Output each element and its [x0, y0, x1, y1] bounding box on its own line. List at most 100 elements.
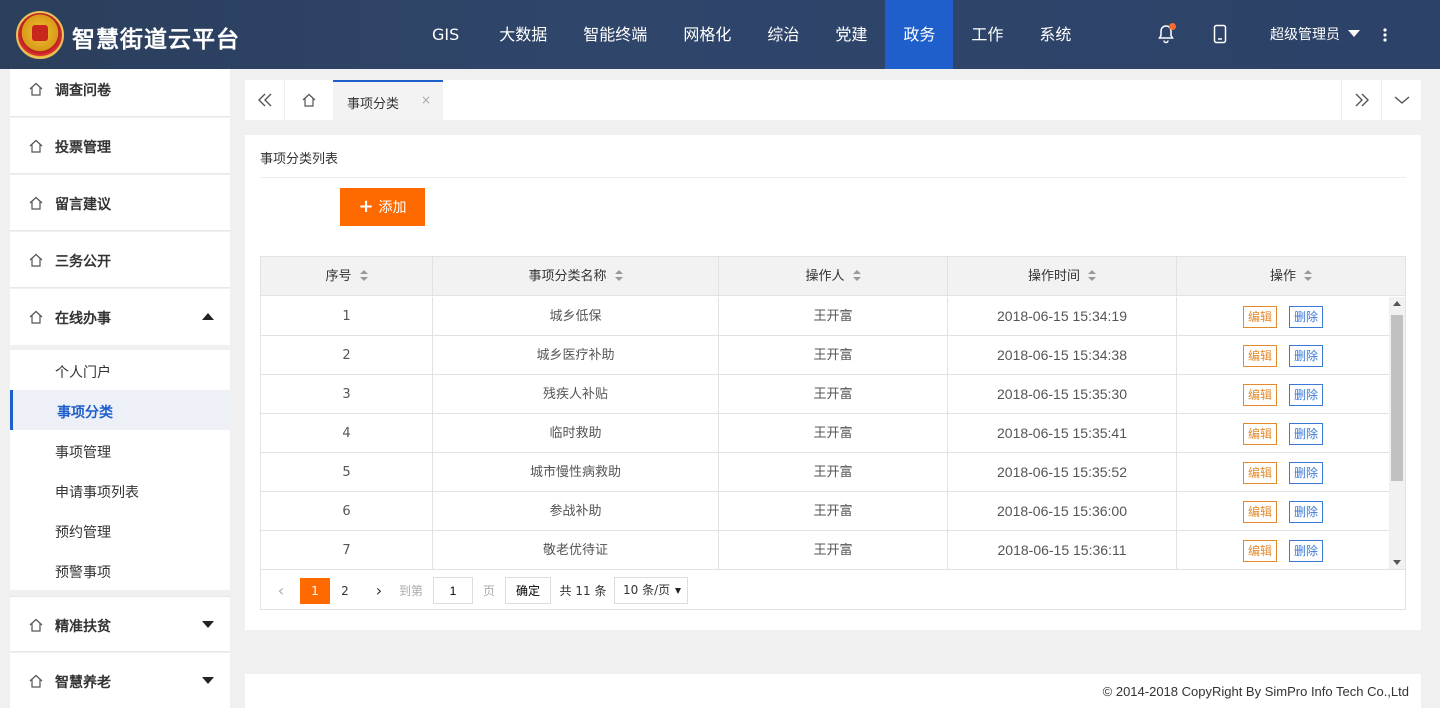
goto-page-input[interactable]	[433, 577, 473, 604]
bell-icon[interactable]	[1157, 23, 1177, 44]
column-header-label: 操作人	[805, 269, 845, 284]
delete-button[interactable]: 删除	[1289, 344, 1324, 367]
sidebar-subitem-item-management[interactable]: 事项管理	[10, 430, 230, 470]
add-button[interactable]: + 添加	[340, 188, 425, 226]
sidebar-item-label: 三务公开	[55, 254, 111, 270]
cell-no: 2	[261, 336, 433, 375]
sidebar-item-suggestions[interactable]: 留言建议	[10, 175, 230, 231]
sidebar: 调查问卷 投票管理 留言建议 三务公开 在线办事 个人门户 事项分类 事项管理 …	[10, 69, 230, 708]
nav-governance[interactable]: 综治	[749, 0, 817, 69]
copyright-text: © 2014-2018 CopyRight By SimPro Info Tec…	[1102, 684, 1409, 699]
sidebar-item-survey[interactable]: 调查问卷	[10, 69, 230, 117]
scroll-tabs-left-button[interactable]	[245, 80, 285, 120]
sidebar-subitem-application-list[interactable]: 申请事项列表	[10, 470, 230, 510]
table-row: 3 残疾人补贴 王开富 2018-06-15 15:35:30 编辑 删除	[261, 375, 1389, 414]
page-size-select[interactable]: 10 条/页	[614, 577, 688, 604]
column-header-actions[interactable]: 操作	[1177, 257, 1405, 296]
sidebar-item-label: 智慧养老	[55, 675, 111, 691]
sort-icon[interactable]	[1088, 269, 1096, 282]
sidebar-item-elderly-care[interactable]: 智慧养老	[10, 653, 230, 708]
tab-options-button[interactable]	[1381, 80, 1421, 120]
delete-button[interactable]: 删除	[1289, 305, 1324, 328]
footer: © 2014-2018 CopyRight By SimPro Info Tec…	[245, 674, 1421, 708]
home-icon	[28, 138, 44, 154]
nav-gis[interactable]: GIS	[410, 0, 481, 69]
next-page-button[interactable]: ›	[371, 578, 387, 604]
nav-smart-terminal[interactable]: 智能终端	[565, 0, 665, 69]
home-tab-button[interactable]	[289, 80, 329, 120]
sidebar-subitem-label: 申请事项列表	[55, 485, 139, 501]
nav-party[interactable]: 党建	[817, 0, 885, 69]
sidebar-subitem-label: 事项管理	[55, 445, 111, 461]
cell-name: 城市慢性病救助	[433, 453, 719, 492]
main-panel: 事项分类列表 + 添加 序号 事项分类名称 操作人 操作时间 操作 1 城乡低保…	[245, 135, 1421, 630]
delete-button[interactable]: 删除	[1289, 422, 1324, 445]
cell-actions: 编辑 删除	[1177, 414, 1389, 453]
nav-grid[interactable]: 网格化	[665, 0, 749, 69]
sidebar-item-poverty-relief[interactable]: 精准扶贫	[10, 596, 230, 652]
more-vertical-icon[interactable]	[1382, 25, 1392, 45]
edit-button[interactable]: 编辑	[1242, 500, 1277, 523]
sort-icon[interactable]	[852, 269, 861, 282]
caret-down-icon	[1348, 29, 1361, 37]
nav-government-affairs[interactable]: 政务	[885, 0, 954, 69]
cell-operator: 王开富	[719, 492, 948, 531]
sidebar-item-label: 留言建议	[55, 197, 111, 213]
column-header-time[interactable]: 操作时间	[948, 257, 1177, 296]
edit-button[interactable]: 编辑	[1242, 461, 1277, 484]
scrollbar-thumb[interactable]	[1391, 315, 1403, 481]
delete-button[interactable]: 删除	[1289, 461, 1324, 484]
prev-page-button[interactable]: ‹	[273, 578, 289, 604]
column-header-name[interactable]: 事项分类名称	[433, 257, 719, 296]
goto-confirm-button[interactable]: 确定	[505, 577, 551, 604]
sort-icon[interactable]	[614, 269, 623, 282]
chevron-down-icon	[1394, 95, 1410, 105]
sidebar-subitem-item-category[interactable]: 事项分类	[10, 390, 230, 430]
column-header-no[interactable]: 序号	[261, 257, 433, 296]
sort-icon[interactable]	[359, 269, 368, 282]
page-size-value: 10 条/页	[623, 583, 671, 597]
tab-item-category[interactable]: 事项分类 ×	[333, 80, 443, 120]
edit-button[interactable]: 编辑	[1242, 305, 1277, 328]
nav-work[interactable]: 工作	[953, 0, 1021, 69]
user-menu[interactable]: 超级管理员	[1270, 24, 1361, 44]
cell-name: 城乡医疗补助	[433, 336, 719, 375]
cell-name: 城乡低保	[433, 297, 719, 336]
sidebar-subitem-warnings[interactable]: 预警事项	[10, 550, 230, 590]
edit-button[interactable]: 编辑	[1242, 422, 1277, 445]
page-2-button[interactable]: 2	[335, 578, 355, 604]
cell-time: 2018-06-15 15:36:11	[948, 531, 1177, 569]
cell-no: 7	[261, 531, 433, 569]
sidebar-subitem-label: 事项分类	[57, 405, 113, 421]
tab-label: 事项分类	[347, 97, 400, 112]
page-1-button[interactable]: 1	[300, 578, 330, 604]
scroll-down-arrow-icon[interactable]	[1393, 560, 1401, 565]
sidebar-item-online-services[interactable]: 在线办事	[10, 289, 230, 345]
scroll-tabs-right-button[interactable]	[1341, 80, 1381, 120]
cell-actions: 编辑 删除	[1177, 297, 1389, 336]
plus-icon: +	[358, 196, 374, 217]
table-scrollbar[interactable]	[1389, 297, 1405, 569]
delete-button[interactable]: 删除	[1289, 500, 1324, 523]
nav-system[interactable]: 系统	[1021, 0, 1089, 69]
edit-button[interactable]: 编辑	[1242, 344, 1277, 367]
cell-no: 5	[261, 453, 433, 492]
sort-icon[interactable]	[1304, 269, 1312, 282]
sidebar-item-voting[interactable]: 投票管理	[10, 118, 230, 174]
sidebar-subitem-appointments[interactable]: 预约管理	[10, 510, 230, 550]
table-row: 5 城市慢性病救助 王开富 2018-06-15 15:35:52 编辑 删除	[261, 453, 1389, 492]
delete-button[interactable]: 删除	[1289, 539, 1324, 562]
nav-big-data[interactable]: 大数据	[481, 0, 565, 69]
close-icon[interactable]: ×	[421, 93, 431, 107]
sidebar-item-public-affairs[interactable]: 三务公开	[10, 232, 230, 288]
column-header-operator[interactable]: 操作人	[719, 257, 948, 296]
home-icon	[28, 81, 44, 97]
edit-button[interactable]: 编辑	[1242, 383, 1277, 406]
edit-button[interactable]: 编辑	[1242, 539, 1277, 562]
table-row: 1 城乡低保 王开富 2018-06-15 15:34:19 编辑 删除	[261, 297, 1389, 336]
scroll-up-arrow-icon[interactable]	[1393, 301, 1401, 306]
cell-no: 4	[261, 414, 433, 453]
mobile-icon[interactable]	[1213, 24, 1233, 44]
delete-button[interactable]: 删除	[1289, 383, 1324, 406]
sidebar-subitem-personal-portal[interactable]: 个人门户	[10, 350, 230, 390]
